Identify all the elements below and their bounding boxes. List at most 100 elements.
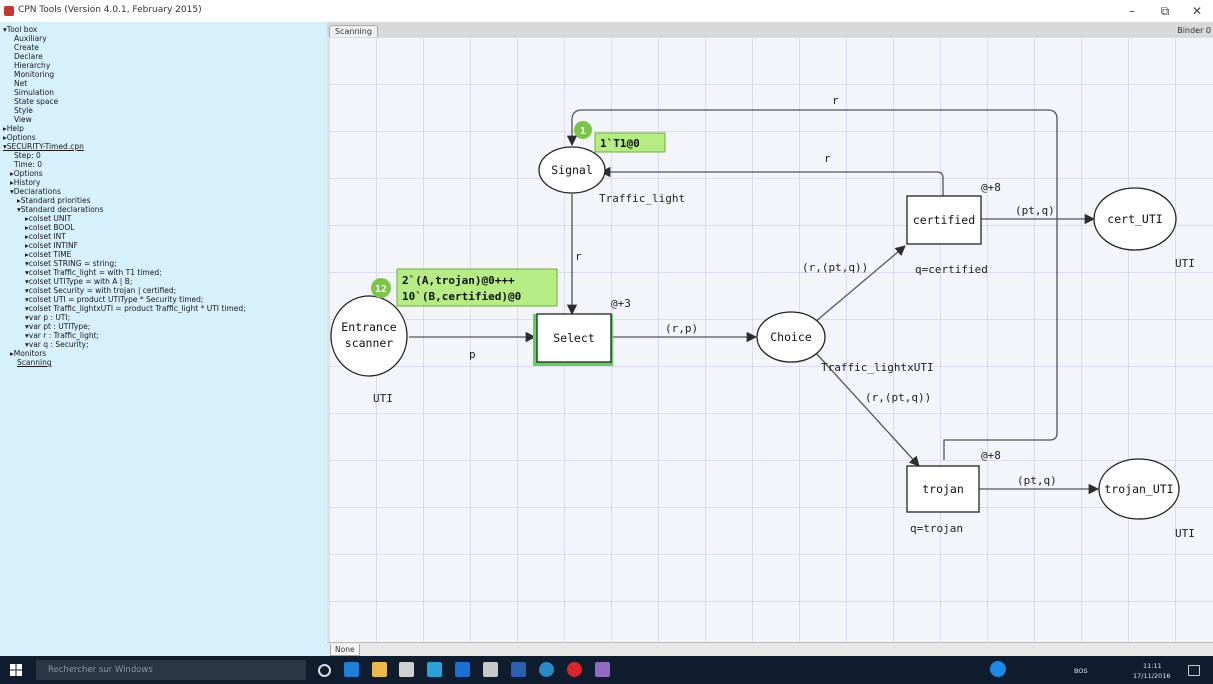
arc-choice-to-certified[interactable] [814, 245, 906, 323]
tree-item-simulation[interactable]: Simulation [14, 88, 54, 97]
arc-label-signal-to-select: r [575, 250, 582, 263]
taskbar-search-box[interactable]: Rechercher sur Windows [36, 660, 306, 680]
transition-trojan-label: trojan [922, 482, 964, 496]
opera-icon[interactable] [567, 662, 582, 677]
tree-item-colset-time[interactable]: ▸colset TIME [25, 250, 71, 259]
tree-item-colset-traffic-light[interactable]: ▾colset Traffic_light = with T1 timed; [25, 268, 162, 277]
workspace: Scanning Binder 0 Signal Entrance scanne… [327, 22, 1213, 657]
restore-button[interactable]: ⧉ [1154, 2, 1176, 20]
notifications-icon[interactable] [1188, 665, 1200, 676]
arc-label-certified-to-cert-uti: (pt,q) [1015, 204, 1055, 217]
tree-item-colset-security[interactable]: ▾colset Security = with trojan | certifi… [25, 286, 176, 295]
token-count-signal-text: 1 [580, 126, 586, 137]
token-marking-signal: 1`T1@0 [600, 137, 640, 150]
tree-item-net-options[interactable]: ▸Options [10, 169, 43, 178]
tree-item-colset-bool[interactable]: ▸colset BOOL [25, 223, 74, 232]
title-bar: CPN Tools (Version 4.0.1, February 2015)… [0, 0, 1213, 22]
colorset-cert-uti: UTI [1175, 257, 1195, 270]
tree-item-standard-priorities[interactable]: ▸Standard priorities [17, 196, 91, 205]
edge-browser-icon[interactable] [344, 662, 359, 677]
tree-item-colset-uti[interactable]: ▾colset UTI = product UTIType * Security… [25, 295, 203, 304]
place-entrance-label-1: Entrance [341, 320, 396, 334]
place-signal-label: Signal [551, 163, 593, 177]
tree-item-colset-intinf[interactable]: ▸colset INTINF [25, 241, 78, 250]
window-title: CPN Tools (Version 4.0.1, February 2015) [18, 5, 202, 15]
help-icon[interactable] [990, 661, 1006, 677]
tree-item-scanning-page[interactable]: Scanning [17, 358, 52, 367]
tree-item-var-q[interactable]: ▾var q : Security; [25, 340, 89, 349]
app-icon [4, 6, 14, 16]
tree-item-state-space[interactable]: State space [14, 97, 58, 106]
word-icon[interactable] [511, 662, 526, 677]
tree-item-declare[interactable]: Declare [14, 52, 43, 61]
petri-net-diagram: Signal Entrance scanner Choice cert_UTI … [330, 94, 1195, 540]
tree-item-colset-string[interactable]: ▾colset STRING = string; [25, 259, 117, 268]
tree-item-declarations[interactable]: ▾Declarations [10, 187, 61, 196]
tree-item-colset-utitype[interactable]: ▾colset UTIType = with A | B; [25, 277, 132, 286]
place-entrance-label-2: scanner [345, 336, 394, 350]
tree-item-options[interactable]: ▸Options [3, 133, 36, 142]
tree-item-standard-declarations[interactable]: ▾Standard declarations [17, 205, 103, 214]
cpn-tools-icon[interactable] [595, 662, 610, 677]
colorset-signal: Traffic_light [599, 192, 685, 205]
tree-item-auxiliary[interactable]: Auxiliary [14, 34, 47, 43]
arc-label-top-loop: r [832, 94, 839, 107]
place-choice-label: Choice [770, 330, 812, 344]
index-sidebar: ▾Tool box Auxiliary Create Declare Hiera… [0, 22, 327, 656]
tree-item-monitoring[interactable]: Monitoring [14, 70, 54, 79]
bottom-tab-strip: None [327, 642, 1213, 657]
delay-select: @+3 [611, 297, 631, 310]
tree-item-step: Step: 0 [14, 151, 41, 160]
token-count-entrance-text: 12 [375, 284, 387, 295]
app-icon-1[interactable] [427, 662, 442, 677]
store-icon[interactable] [399, 662, 414, 677]
windows-start-icon[interactable] [10, 664, 22, 676]
delay-trojan: @+8 [981, 449, 1001, 462]
transition-select-label: Select [553, 331, 595, 345]
tree-item-style[interactable]: Style [14, 106, 33, 115]
tree-item-var-p[interactable]: ▾var p : UTI; [25, 313, 70, 322]
tree-item-net-file[interactable]: ▾SECURITY-Timed.cpn [3, 142, 84, 151]
tree-item-toolbox[interactable]: ▾Tool box [3, 25, 37, 34]
arc-loop-to-signal[interactable] [566, 109, 1058, 460]
tree-item-colset-traffic-lightxuti[interactable]: ▾colset Traffic_lightxUTI = product Traf… [25, 304, 246, 313]
app-icon-2[interactable] [455, 662, 470, 677]
taskbar-search-placeholder: Rechercher sur Windows [48, 665, 153, 675]
delay-certified: @+8 [981, 181, 1001, 194]
tray-time[interactable]: 11:11 [1143, 662, 1162, 670]
arc-label-choice-to-trojan: (r,(pt,q)) [865, 391, 931, 404]
transition-certified-label: certified [913, 213, 975, 227]
arc-label-entrance-to-select: p [469, 348, 476, 361]
file-explorer-icon[interactable] [372, 662, 387, 677]
tree-item-help[interactable]: ▸Help [3, 124, 24, 133]
app-icon-3[interactable] [539, 662, 554, 677]
windows-taskbar: Rechercher sur Windows BOS 11:11 17/11/2… [0, 656, 1213, 684]
arc-label-select-to-choice: (r,p) [665, 322, 698, 335]
tree-item-var-pt[interactable]: ▾var pt : UTIType; [25, 322, 90, 331]
tree-item-colset-unit[interactable]: ▸colset UNIT [25, 214, 71, 223]
tree-item-monitors[interactable]: ▸Monitors [10, 349, 46, 358]
tree-item-colset-int[interactable]: ▸colset INT [25, 232, 66, 241]
tree-item-time: Time: 0 [14, 160, 43, 169]
calculator-icon[interactable] [483, 662, 498, 677]
colorset-trojan-uti: UTI [1175, 527, 1195, 540]
arc-label-choice-to-certified: (r,(pt,q)) [802, 261, 868, 274]
arc-label-trojan-to-trojan-uti: (pt,q) [1017, 474, 1057, 487]
tree-item-history[interactable]: ▸History [10, 178, 40, 187]
guard-trojan: q=trojan [910, 522, 963, 535]
tree-item-view[interactable]: View [14, 115, 32, 124]
arc-label-cert-to-signal: r [824, 152, 831, 165]
tray-date[interactable]: 17/11/2016 [1133, 672, 1170, 680]
tree-item-create[interactable]: Create [14, 43, 39, 52]
tray-language[interactable]: BOS [1074, 667, 1088, 675]
tab-none[interactable]: None [330, 644, 360, 656]
minimize-button[interactable]: – [1121, 2, 1143, 20]
tree-item-hierarchy[interactable]: Hierarchy [14, 61, 50, 70]
close-button[interactable]: ✕ [1186, 2, 1208, 20]
guard-certified: q=certified [915, 263, 988, 276]
token-marking-entrance-line2: 10`(B,certified)@0 [402, 290, 521, 303]
tree-item-net[interactable]: Net [14, 79, 27, 88]
task-view-icon[interactable] [318, 664, 331, 677]
colorset-entrance: UTI [373, 392, 393, 405]
tree-item-var-r[interactable]: ▾var r : Traffic_light; [25, 331, 99, 340]
